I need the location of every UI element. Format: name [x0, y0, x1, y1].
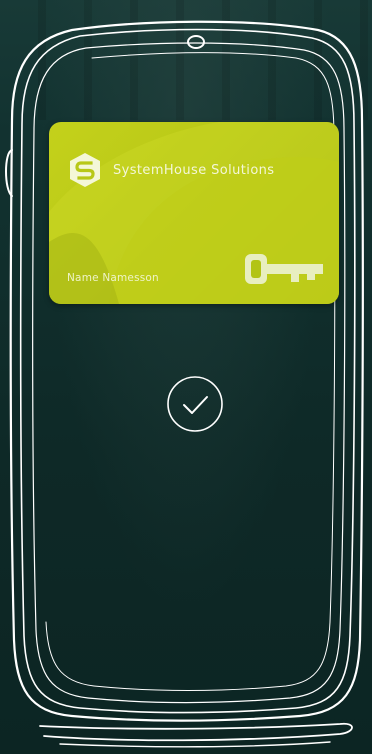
company-name: SystemHouse Solutions — [113, 162, 275, 178]
checkmark-circle-icon — [167, 376, 223, 432]
key-icon — [245, 254, 323, 284]
access-card[interactable]: SystemHouse Solutions Name Namesson — [49, 122, 339, 304]
systemhouse-s-logo-icon — [70, 153, 100, 187]
card-holder-name: Name Namesson — [67, 272, 159, 284]
card-brand: SystemHouse Solutions — [67, 152, 274, 188]
